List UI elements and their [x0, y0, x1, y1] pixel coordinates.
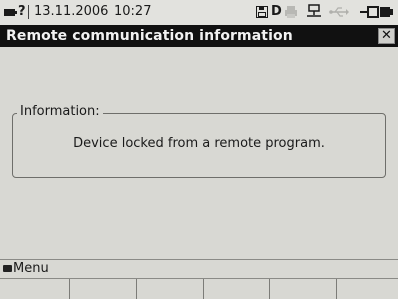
softkey-1[interactable] [0, 279, 69, 299]
menu-label[interactable]: Menu [13, 261, 49, 277]
network-icon [307, 4, 321, 17]
softkey-4[interactable] [203, 279, 269, 299]
close-icon: ✕ [381, 28, 392, 43]
status-date: 13.11.2006 [34, 4, 109, 19]
softkey-5[interactable] [269, 279, 336, 299]
close-button[interactable]: ✕ [378, 28, 395, 44]
status-time: 10:27 [114, 4, 152, 19]
softkey-6[interactable] [336, 279, 398, 299]
printer-icon [285, 6, 297, 18]
softkey-row [0, 278, 398, 299]
information-group-title: Information: [17, 104, 103, 120]
information-message: Device locked from a remote program. [73, 136, 325, 151]
help-indicator: ? [18, 4, 26, 19]
status-divider [28, 5, 29, 19]
window-title: Remote communication information [6, 28, 293, 44]
softkey-2[interactable] [69, 279, 136, 299]
battery-icon [4, 9, 17, 16]
status-bar: ? 13.11.2006 10:27 D [0, 0, 398, 25]
usb-icon [329, 7, 349, 17]
information-groupbox: Information: Device locked from a remote… [12, 104, 386, 178]
d-indicator: D [271, 4, 282, 19]
menu-icon [3, 265, 12, 272]
menu-bar[interactable]: Menu [0, 259, 398, 278]
softkey-3[interactable] [136, 279, 203, 299]
window-titlebar: Remote communication information ✕ [0, 25, 398, 47]
disk-icon [256, 6, 268, 18]
plug-icon [360, 6, 393, 18]
